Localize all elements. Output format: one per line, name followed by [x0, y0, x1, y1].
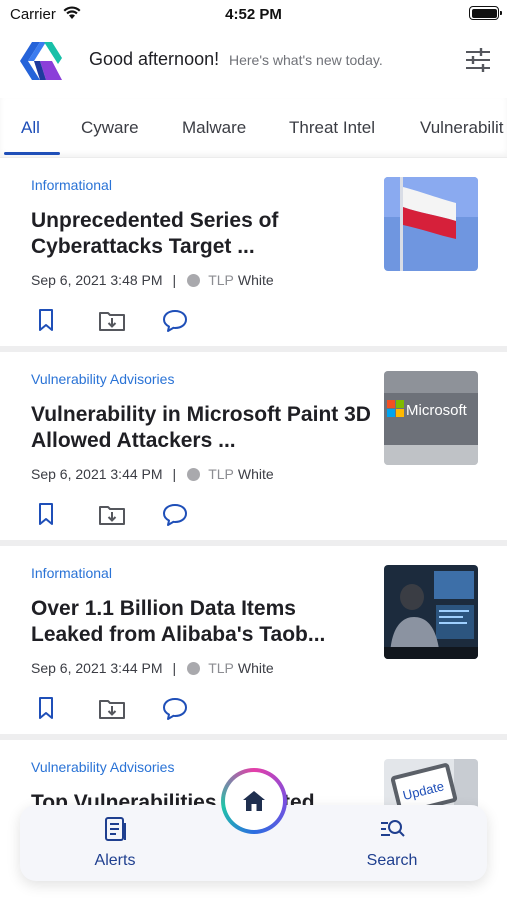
- tab-all[interactable]: All: [21, 118, 40, 138]
- comment-icon[interactable]: [160, 306, 190, 334]
- card-date: Sep 6, 2021 3:44 PM: [31, 466, 163, 482]
- battery-icon: [469, 6, 502, 20]
- meta-separator: |: [172, 272, 177, 288]
- category-tabs: All Cyware Malware Threat Intel Vulnerab…: [0, 98, 507, 158]
- bookmark-icon[interactable]: [31, 500, 61, 528]
- thumbnail-logo-text: Microsoft: [406, 402, 468, 419]
- bookmark-icon[interactable]: [31, 694, 61, 722]
- nav-search[interactable]: Search: [342, 815, 442, 870]
- status-time: 4:52 PM: [225, 6, 282, 23]
- tab-cyware[interactable]: Cyware: [81, 118, 139, 138]
- polish-flag-photo[interactable]: [384, 177, 478, 271]
- nav-alerts[interactable]: Alerts: [65, 815, 165, 870]
- card-category[interactable]: Vulnerability Advisories: [31, 759, 174, 775]
- card-title[interactable]: Over 1.1 Billion Data Items Leaked from …: [31, 596, 371, 648]
- home-button-inner: [225, 772, 283, 830]
- tlp-label: TLP: [208, 660, 234, 676]
- comment-icon[interactable]: [160, 694, 190, 722]
- bookmark-icon[interactable]: [31, 306, 61, 334]
- comment-icon[interactable]: [160, 500, 190, 528]
- microsoft-building-photo[interactable]: Microsoft: [384, 371, 478, 465]
- card-date: Sep 6, 2021 3:44 PM: [31, 660, 163, 676]
- greeting-title: Good afternoon!: [89, 49, 220, 69]
- alerts-icon: [105, 817, 126, 841]
- status-bar: Carrier 4:52 PM: [0, 0, 507, 30]
- card-meta: Sep 6, 2021 3:44 PM | TLP White: [31, 466, 274, 482]
- app-header: Good afternoon! Here's what's new today.: [0, 30, 507, 98]
- tlp-label: TLP: [208, 466, 234, 482]
- nav-alerts-label: Alerts: [94, 852, 136, 869]
- news-card[interactable]: Informational Unprecedented Series of Cy…: [0, 158, 507, 352]
- card-date: Sep 6, 2021 3:48 PM: [31, 272, 163, 288]
- card-category[interactable]: Informational: [31, 565, 112, 581]
- tlp-dot-icon: [187, 661, 201, 675]
- card-category[interactable]: Vulnerability Advisories: [31, 371, 174, 387]
- tlp-value: White: [237, 660, 274, 676]
- tlp-value: White: [237, 466, 274, 482]
- news-card[interactable]: Informational Over 1.1 Billion Data Item…: [0, 546, 507, 740]
- tab-malware[interactable]: Malware: [182, 118, 246, 138]
- sliders-icon[interactable]: [462, 46, 494, 74]
- cyware-logo[interactable]: [18, 40, 64, 82]
- save-to-folder-icon[interactable]: [97, 306, 127, 334]
- card-title[interactable]: Vulnerability in Microsoft Paint 3D Allo…: [31, 402, 371, 454]
- greeting-subtitle: Here's what's new today.: [229, 52, 383, 68]
- save-to-folder-icon[interactable]: [97, 500, 127, 528]
- tab-threat-intel[interactable]: Threat Intel: [289, 118, 375, 138]
- home-icon: [243, 791, 265, 811]
- tab-vulnerabilities[interactable]: Vulnerabilit: [420, 118, 503, 138]
- tlp-dot-icon: [187, 467, 201, 481]
- search-icon: [381, 820, 405, 837]
- tlp-value: White: [237, 272, 274, 288]
- nav-search-label: Search: [366, 852, 418, 869]
- tlp-dot-icon: [187, 273, 201, 287]
- active-tab-indicator: [4, 152, 60, 155]
- home-button[interactable]: [221, 768, 287, 834]
- meta-separator: |: [172, 466, 177, 482]
- person-at-computer-photo[interactable]: [384, 565, 478, 659]
- card-category[interactable]: Informational: [31, 177, 112, 193]
- meta-separator: |: [172, 660, 177, 676]
- battery-level: [471, 8, 497, 18]
- news-card[interactable]: Vulnerability Advisories Vulnerability i…: [0, 352, 507, 546]
- save-to-folder-icon[interactable]: [97, 694, 127, 722]
- tlp-label: TLP: [208, 272, 234, 288]
- card-meta: Sep 6, 2021 3:44 PM | TLP White: [31, 660, 274, 676]
- card-meta: Sep 6, 2021 3:48 PM | TLP White: [31, 272, 274, 288]
- card-title[interactable]: Unprecedented Series of Cyberattacks Tar…: [31, 208, 371, 260]
